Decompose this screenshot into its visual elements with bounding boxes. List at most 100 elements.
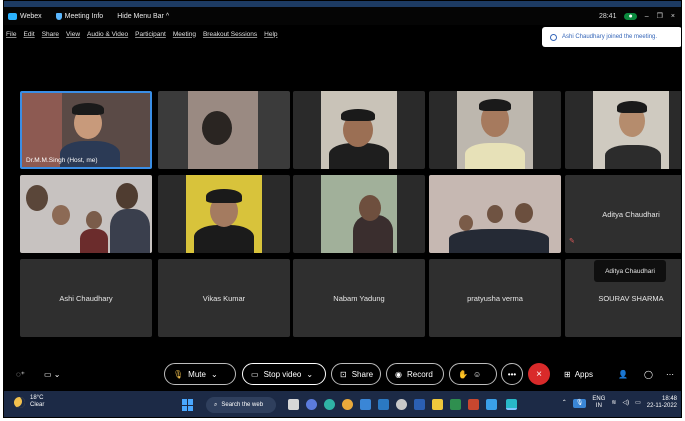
word-icon[interactable] [414, 399, 425, 410]
shield-icon [55, 12, 62, 20]
powerpoint-icon[interactable] [468, 399, 479, 410]
participant-body [60, 141, 120, 167]
name-tile-aditya[interactable]: Aditya Chaudhari ••• ✎ [565, 175, 681, 253]
language-indicator[interactable]: ENG IN [592, 396, 605, 410]
info-icon [550, 33, 557, 41]
hide-menu-bar-button[interactable]: Hide Menu Bar ^ [117, 13, 169, 20]
video-tile-6[interactable] [158, 175, 290, 253]
name-tile-ashi[interactable]: Ashi Chaudhary [20, 259, 152, 337]
menu-participant[interactable]: Participant [135, 31, 166, 38]
participant-body [194, 225, 254, 253]
mic-tray-icon[interactable]: 🎙 [572, 398, 587, 408]
menu-breakout-sessions[interactable]: Breakout Sessions [203, 31, 257, 38]
participant-name: Aditya Chaudhari [602, 209, 660, 219]
participant-face [86, 211, 102, 229]
participant-hair [479, 99, 511, 111]
excel-icon[interactable] [450, 399, 461, 410]
name-tile-nabam[interactable]: Nabam Yadung [293, 259, 425, 337]
share-button[interactable]: ⊡ Share [331, 363, 381, 385]
clock-date: 22-11-2022 [646, 403, 677, 409]
video-tile-3[interactable] [293, 91, 425, 169]
mute-button[interactable]: 🎙 Mute ⌄ [164, 363, 236, 385]
widgets-icon[interactable] [306, 399, 317, 410]
windows-start-icon[interactable] [182, 399, 194, 411]
video-tile-5[interactable] [565, 91, 681, 169]
chrome-icon[interactable] [342, 399, 353, 410]
video-tile-2[interactable] [158, 91, 290, 169]
menu-share[interactable]: Share [42, 31, 59, 38]
participant-name: Nabam Yadung [333, 293, 385, 303]
video-tile-group-1[interactable] [20, 175, 152, 253]
menu-help[interactable]: Help [264, 31, 277, 38]
participant-body [353, 215, 393, 253]
share-label: Share [351, 369, 374, 379]
onenote-icon[interactable] [486, 399, 497, 410]
clock[interactable]: 18:48 22-11-2022 [647, 396, 677, 410]
meeting-timer: 28:41 [598, 12, 617, 20]
chat-button[interactable]: ◯ [644, 363, 653, 385]
search-icon: ⌕ [214, 401, 218, 408]
menu-audio-video[interactable]: Audio & Video [87, 31, 128, 38]
task-view-icon[interactable] [288, 399, 299, 410]
participant-hair [72, 103, 104, 115]
moon-icon [14, 396, 25, 408]
region-code: IN [595, 403, 602, 409]
menu-view[interactable]: View [66, 31, 80, 38]
participant-face [52, 205, 70, 225]
reactions-group[interactable]: ✋ ☺ [449, 363, 497, 385]
edge-icon[interactable] [324, 399, 335, 410]
video-tile-7[interactable] [293, 175, 425, 253]
webex-taskbar-icon[interactable] [506, 399, 517, 410]
close-icon: × [536, 368, 542, 380]
settings-icon[interactable] [396, 399, 407, 410]
wifi-icon[interactable]: ≋ [611, 400, 616, 407]
meeting-controls: ◌⁺ ▭ ⌄ 🎙 Mute ⌄ ▭ Stop video ⌄ ⊡ Share ◉… [4, 359, 681, 387]
meeting-info-button[interactable]: Meeting Info [55, 12, 103, 20]
participant-face [359, 195, 381, 221]
record-button[interactable]: ◉ Record [386, 363, 444, 385]
webex-logo-icon [8, 12, 17, 20]
video-tile-4[interactable] [429, 91, 561, 169]
file-explorer-icon[interactable] [432, 399, 443, 410]
clock-time: 18:48 [661, 396, 677, 402]
close-button[interactable]: × [671, 13, 675, 20]
chevron-up-icon[interactable]: ⌃ [562, 400, 567, 407]
participant-name: Vikas Kumar [202, 293, 246, 303]
menu-file[interactable]: File [6, 31, 16, 38]
video-tile-group-2[interactable] [429, 175, 561, 253]
search-box[interactable]: ⌕ Search the web [206, 397, 276, 413]
weather-condition: Clear [30, 402, 45, 408]
store-icon[interactable] [360, 399, 371, 410]
reactions-button[interactable]: ◌⁺ [16, 363, 25, 385]
battery-icon[interactable]: ▭ [635, 400, 641, 407]
participant-body [465, 143, 525, 169]
captions-button[interactable]: ▭ ⌄ [44, 363, 60, 385]
participant-body [605, 145, 661, 169]
participants-button[interactable]: 👤 [618, 363, 628, 385]
name-tile-pratyusha[interactable]: pratyusha verma [429, 259, 561, 337]
mail-icon[interactable] [378, 399, 389, 410]
menu-meeting[interactable]: Meeting [173, 31, 196, 38]
join-notification-text: Ashi Chaudhary joined the meeting. [562, 34, 658, 40]
end-call-button[interactable]: × [528, 363, 550, 385]
webex-window: Webex Meeting Info Hide Menu Bar ^ 28:41… [3, 0, 682, 418]
name-tooltip: Aditya Chaudhari [594, 260, 666, 282]
join-notification[interactable]: Ashi Chaudhary joined the meeting. [542, 27, 681, 47]
apps-button[interactable]: ⊞ Apps [564, 363, 593, 385]
minimize-button[interactable]: – [645, 13, 649, 20]
mute-label: Mute [188, 369, 206, 379]
language-code: ENG [592, 396, 606, 402]
participant-bodies [449, 229, 549, 253]
stop-video-button[interactable]: ▭ Stop video ⌄ [242, 363, 326, 385]
menu-edit[interactable]: Edit [23, 31, 34, 38]
weather-widget[interactable]: 18°C Clear [14, 395, 44, 409]
caption-icon: ▭ ⌄ [44, 369, 61, 379]
webex-app[interactable]: Webex [8, 12, 42, 20]
more-options-button[interactable]: ••• [501, 363, 523, 385]
volume-icon[interactable]: ◁) [622, 400, 629, 407]
restore-button[interactable]: ❐ [657, 12, 663, 20]
name-tile-vikas[interactable]: Vikas Kumar [158, 259, 290, 337]
overflow-button[interactable]: ⋯ [666, 363, 674, 385]
video-tile-host[interactable]: Dr.M.M.Singh (Host, me) [20, 91, 152, 169]
participants-icon: 👤 [618, 369, 628, 379]
